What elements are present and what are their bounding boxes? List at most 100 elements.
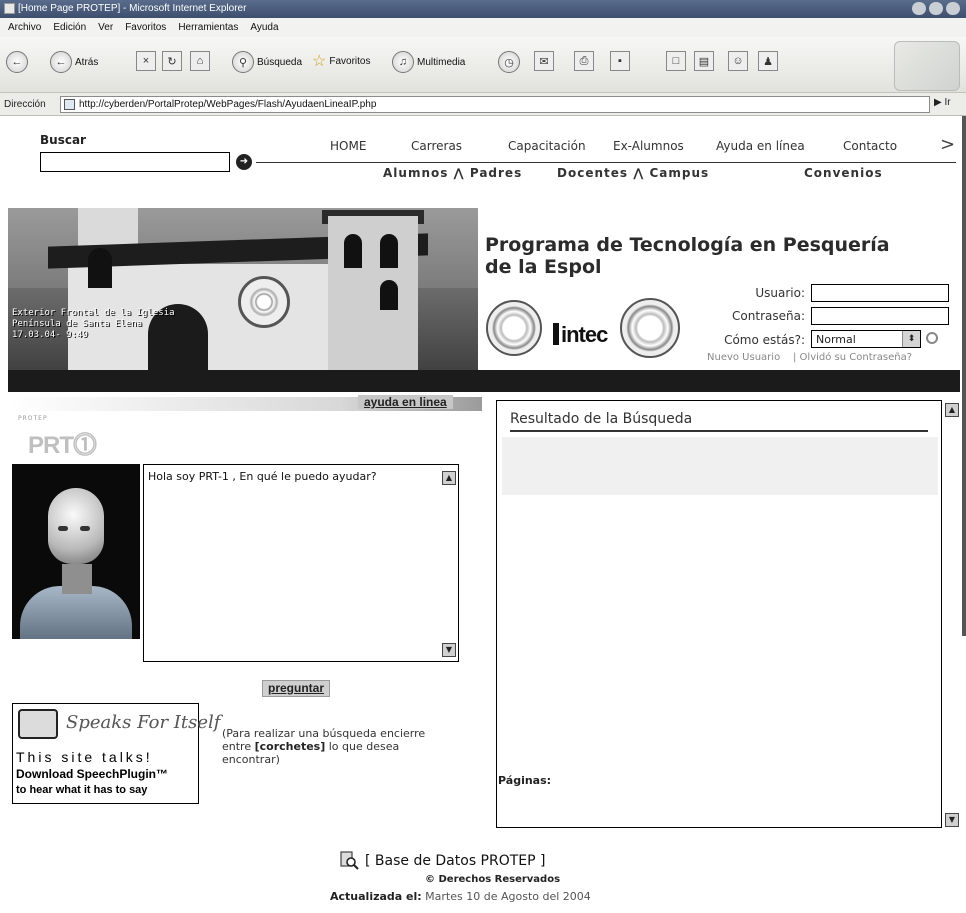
prt-logo-one-icon: ⓵ <box>73 432 97 459</box>
contacts-button[interactable]: ♟ <box>758 51 778 71</box>
prt-logo: PRT⓵ <box>28 425 97 460</box>
banner-clock <box>238 276 290 328</box>
footer-title: [ Base de Datos PROTEP ] <box>365 853 546 869</box>
search-toolbar-button[interactable]: ⚲ Búsqueda <box>232 51 302 73</box>
intec-logo: intec <box>553 322 608 348</box>
user-input[interactable] <box>811 284 949 302</box>
discuss-icon: □ <box>666 51 686 71</box>
espol-seal-logo <box>486 300 542 356</box>
back-label: Atrás <box>75 56 99 68</box>
menu-favoritos[interactable]: Favoritos <box>125 22 166 37</box>
status-label: Cómo estás?: <box>724 333 805 347</box>
nav-ex-alumnos[interactable]: Ex-Alumnos <box>613 139 684 153</box>
prt-logo-caption: PROTEP <box>18 415 48 422</box>
chat-scroll-down-button[interactable]: ▼ <box>442 643 456 657</box>
search-submit-button[interactable]: ➜ <box>236 154 252 170</box>
windows-throbber-icon <box>894 41 960 91</box>
research-button[interactable]: ▤ <box>694 51 714 71</box>
menu-herramientas[interactable]: Herramientas <box>178 22 238 37</box>
pages-label: Páginas: <box>498 774 552 787</box>
favorites-button[interactable]: ☆ Favoritos <box>312 51 370 71</box>
results-scroll-up-button[interactable]: ▲ <box>945 403 959 417</box>
search-label: Buscar <box>40 133 86 147</box>
refresh-button[interactable]: ↻ <box>162 51 182 71</box>
menu-edicion[interactable]: Edición <box>53 22 86 37</box>
banner-caption-line2: Península de Santa Elena <box>12 319 143 329</box>
nav-alumnos-padres[interactable]: Alumnos ⋀ Padres <box>383 166 522 180</box>
mail-icon: ✉ <box>534 51 554 71</box>
avatar-eye <box>80 526 90 531</box>
footer-updated: Actualizada el: Martes 10 de Agosto del … <box>330 890 591 903</box>
nav-more-chevron-icon[interactable]: > <box>940 134 955 155</box>
history-button[interactable]: ◷ <box>498 51 520 73</box>
back-arrow-icon: ← <box>6 51 28 73</box>
spinner-arrows-icon[interactable]: ⬍ <box>902 331 920 347</box>
edit-button[interactable]: ▪ <box>610 51 630 71</box>
home-button[interactable]: ⌂ <box>190 51 210 71</box>
nav-contacto[interactable]: Contacto <box>843 139 897 153</box>
avatar-eye <box>58 526 68 531</box>
search-hint: (Para realizar una búsqueda encierre ent… <box>222 727 452 766</box>
window-titlebar: [Home Page PROTEP] - Microsoft Internet … <box>0 0 966 18</box>
banner-caption-line3: 17.03.04- 9:49 <box>12 330 88 340</box>
nav-convenios[interactable]: Convenios <box>804 166 883 180</box>
menu-ver[interactable]: Ver <box>98 22 113 37</box>
status-circle-icon <box>926 332 938 344</box>
robot-avatar <box>12 464 140 639</box>
multimedia-label: Multimedia <box>417 56 466 68</box>
mail-button[interactable]: ✉ <box>534 51 554 71</box>
back-button[interactable]: ← Atrás <box>50 51 98 73</box>
magnifier-icon: ⚲ <box>232 51 254 73</box>
password-input[interactable] <box>811 307 949 325</box>
go-button[interactable]: ▶ Ir <box>934 97 951 108</box>
nav-docentes-campus[interactable]: Docentes ⋀ Campus <box>557 166 709 180</box>
address-url: http://cyberden/PortalProtep/WebPages/Fl… <box>79 99 377 110</box>
messenger-button[interactable]: ☺ <box>728 51 748 71</box>
nav-ayuda-en-linea[interactable]: Ayuda en línea <box>716 139 805 153</box>
banner-tower-window <box>344 234 362 268</box>
ask-button[interactable]: preguntar <box>262 680 331 697</box>
avatar-neck <box>62 564 92 594</box>
search-input[interactable] <box>40 152 230 172</box>
results-rule <box>510 430 928 432</box>
refresh-icon: ↻ <box>162 51 182 71</box>
address-input[interactable]: http://cyberden/PortalProtep/WebPages/Fl… <box>60 96 930 113</box>
nav-home[interactable]: HOME <box>330 139 366 153</box>
minimize-button[interactable] <box>912 2 926 15</box>
address-label: Dirección <box>4 99 46 110</box>
banner-caption: Exterior Frontal de la Iglesia Península… <box>12 308 175 341</box>
nav-capacitacion[interactable]: Capacitación <box>508 139 586 153</box>
chat-message: Hola soy PRT-1 , En qué le puedo ayudar? <box>148 470 377 483</box>
status-select[interactable]: Normal ⬍ <box>811 330 921 348</box>
history-back-button[interactable]: ← <box>6 51 28 73</box>
multimedia-button[interactable]: ♫ Multimedia <box>392 51 465 73</box>
maximize-button[interactable] <box>929 2 943 15</box>
footer-copyright: © Derechos Reservados <box>425 874 561 885</box>
chat-scroll-up-button[interactable]: ▲ <box>442 471 456 485</box>
discuss-button[interactable]: □ <box>666 51 686 71</box>
menu-bar: Archivo Edición Ver Favoritos Herramient… <box>0 18 966 37</box>
hint-bold: [corchetes] <box>254 740 326 753</box>
status-value: Normal <box>816 333 856 346</box>
stop-button[interactable]: × <box>136 51 156 71</box>
menu-archivo[interactable]: Archivo <box>8 22 41 37</box>
nav-carreras[interactable]: Carreras <box>411 139 462 153</box>
search-toolbar-label: Búsqueda <box>257 56 303 68</box>
new-user-link[interactable]: Nuevo Usuario <box>707 352 780 363</box>
page-scrollbar[interactable] <box>962 116 966 636</box>
close-button[interactable] <box>946 2 960 15</box>
back-icon: ← <box>50 51 72 73</box>
banner-tower-window <box>380 280 398 310</box>
speech-face-icon <box>18 709 58 739</box>
results-content-area <box>502 437 938 495</box>
home-icon: ⌂ <box>190 51 210 71</box>
chat-textarea[interactable] <box>143 464 459 662</box>
results-scroll-down-button[interactable]: ▼ <box>945 813 959 827</box>
banner-caption-line1: Exterior Frontal de la Iglesia <box>12 308 175 318</box>
menu-ayuda[interactable]: Ayuda <box>250 22 278 37</box>
messenger-icon: ☺ <box>728 51 748 71</box>
results-scrollbar[interactable] <box>944 400 960 828</box>
print-button[interactable]: ⎙ <box>574 51 594 71</box>
speak-line1: This site talks! <box>16 749 153 765</box>
forgot-password-link[interactable]: | Olvidó su Contraseña? <box>793 352 912 363</box>
